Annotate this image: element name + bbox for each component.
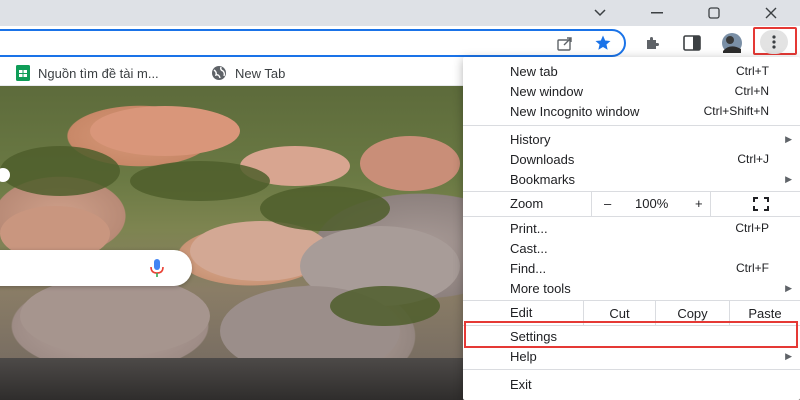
menu-item-label: More tools: [510, 280, 571, 296]
water: [0, 358, 470, 400]
customize-menu-button[interactable]: [760, 30, 788, 54]
shrub: [0, 146, 120, 196]
menu-item-label: Help: [510, 348, 537, 364]
microphone-icon[interactable]: [148, 258, 166, 278]
shortcut-label: Ctrl+Shift+N: [703, 104, 769, 118]
close-icon: [765, 7, 777, 19]
menu-divider: [463, 369, 800, 370]
menu-item-label: New window: [510, 83, 583, 99]
zoom-out-button[interactable]: –: [604, 196, 611, 211]
menu-item-find[interactable]: Find... Ctrl+F: [463, 258, 800, 278]
rock: [20, 276, 210, 356]
shortcut-label: Ctrl+F: [736, 261, 769, 275]
shrub: [260, 186, 390, 231]
menu-item-label: Cast...: [510, 240, 548, 256]
menu-divider: [463, 216, 800, 217]
menu-item-help[interactable]: Help ▶: [463, 346, 800, 366]
google-sheets-icon: [16, 65, 30, 81]
menu-item-more-tools[interactable]: More tools ▶: [463, 278, 800, 298]
side-panel-icon: [683, 35, 701, 51]
menu-item-downloads[interactable]: Downloads Ctrl+J: [463, 149, 800, 169]
menu-item-label: Bookmarks: [510, 171, 576, 187]
submenu-arrow-icon: ▶: [785, 350, 792, 361]
menu-item-label: Zoom: [510, 196, 544, 211]
restore-button[interactable]: [694, 0, 734, 26]
menu-item-label: Edit: [510, 305, 533, 320]
menu-item-label: Print...: [510, 220, 548, 236]
puzzle-icon: [647, 37, 659, 49]
settings-highlight: [464, 321, 798, 348]
menu-item-history[interactable]: History ▶: [463, 129, 800, 149]
side-panel-button[interactable]: [679, 31, 705, 55]
avatar: [722, 33, 742, 53]
chevron-down-icon: [594, 9, 606, 17]
shortcut-label: Ctrl+T: [736, 64, 769, 78]
menu-item-label: Downloads: [510, 151, 575, 167]
close-window-button[interactable]: [751, 0, 791, 26]
shrub: [330, 286, 440, 326]
fullscreen-icon[interactable]: [753, 197, 769, 211]
menu-item-exit[interactable]: Exit: [463, 374, 800, 394]
menu-item-cast[interactable]: Cast...: [463, 238, 800, 258]
menu-item-new-window[interactable]: New window Ctrl+N: [463, 81, 800, 101]
zoom-in-button[interactable]: +: [695, 196, 703, 211]
tab-search-button[interactable]: [580, 0, 620, 26]
bookmark-label: New Tab: [235, 65, 286, 81]
minimize-icon: [651, 12, 663, 14]
minimize-button[interactable]: [637, 0, 677, 26]
menu-item-zoom: Zoom – 100% +: [463, 192, 800, 216]
submenu-arrow-icon: ▶: [785, 133, 792, 144]
submenu-arrow-icon: ▶: [785, 282, 792, 293]
menu-item-new-incognito-window[interactable]: New Incognito window Ctrl+Shift+N: [463, 101, 800, 121]
bookmark-item-new-tab[interactable]: New Tab: [211, 63, 285, 83]
shrub: [130, 161, 270, 201]
menu-divider: [463, 125, 800, 126]
shortcut-label: Ctrl+P: [735, 221, 769, 235]
profile-avatar[interactable]: [719, 31, 745, 55]
menu-item-new-tab[interactable]: New tab Ctrl+T: [463, 61, 800, 81]
chrome-menu: New tab Ctrl+T New window Ctrl+N New Inc…: [463, 57, 800, 400]
restore-icon: [708, 7, 720, 19]
share-icon: [557, 37, 572, 51]
zoom-level: 100%: [635, 196, 669, 211]
title-bar: [0, 0, 800, 26]
shortcut-label: Ctrl+N: [734, 84, 769, 98]
menu-item-label: New tab: [510, 63, 558, 79]
menu-item-label: History: [510, 131, 551, 147]
menu-item-label: Find...: [510, 260, 547, 276]
rock: [90, 106, 240, 156]
bookmark-item-sheet[interactable]: Nguồn tìm đề tài m...: [16, 63, 159, 83]
extensions-button[interactable]: [640, 31, 666, 55]
toolbar: [0, 26, 800, 60]
globe-icon: [212, 66, 226, 80]
menu-item-label: Exit: [510, 376, 532, 392]
rock: [360, 136, 460, 191]
bookmark-label: Nguồn tìm đề tài m...: [38, 65, 159, 81]
shortcut-label: Ctrl+J: [737, 152, 769, 166]
vertical-dots-icon: [772, 35, 776, 49]
star-icon: [595, 35, 611, 50]
submenu-arrow-icon: ▶: [785, 173, 792, 184]
address-bar[interactable]: [0, 29, 626, 57]
menu-item-label: New Incognito window: [510, 103, 640, 119]
bookmark-star-button[interactable]: [590, 31, 616, 55]
share-button[interactable]: [552, 31, 578, 55]
menu-item-bookmarks[interactable]: Bookmarks ▶: [463, 169, 800, 189]
menu-item-print[interactable]: Print... Ctrl+P: [463, 218, 800, 238]
